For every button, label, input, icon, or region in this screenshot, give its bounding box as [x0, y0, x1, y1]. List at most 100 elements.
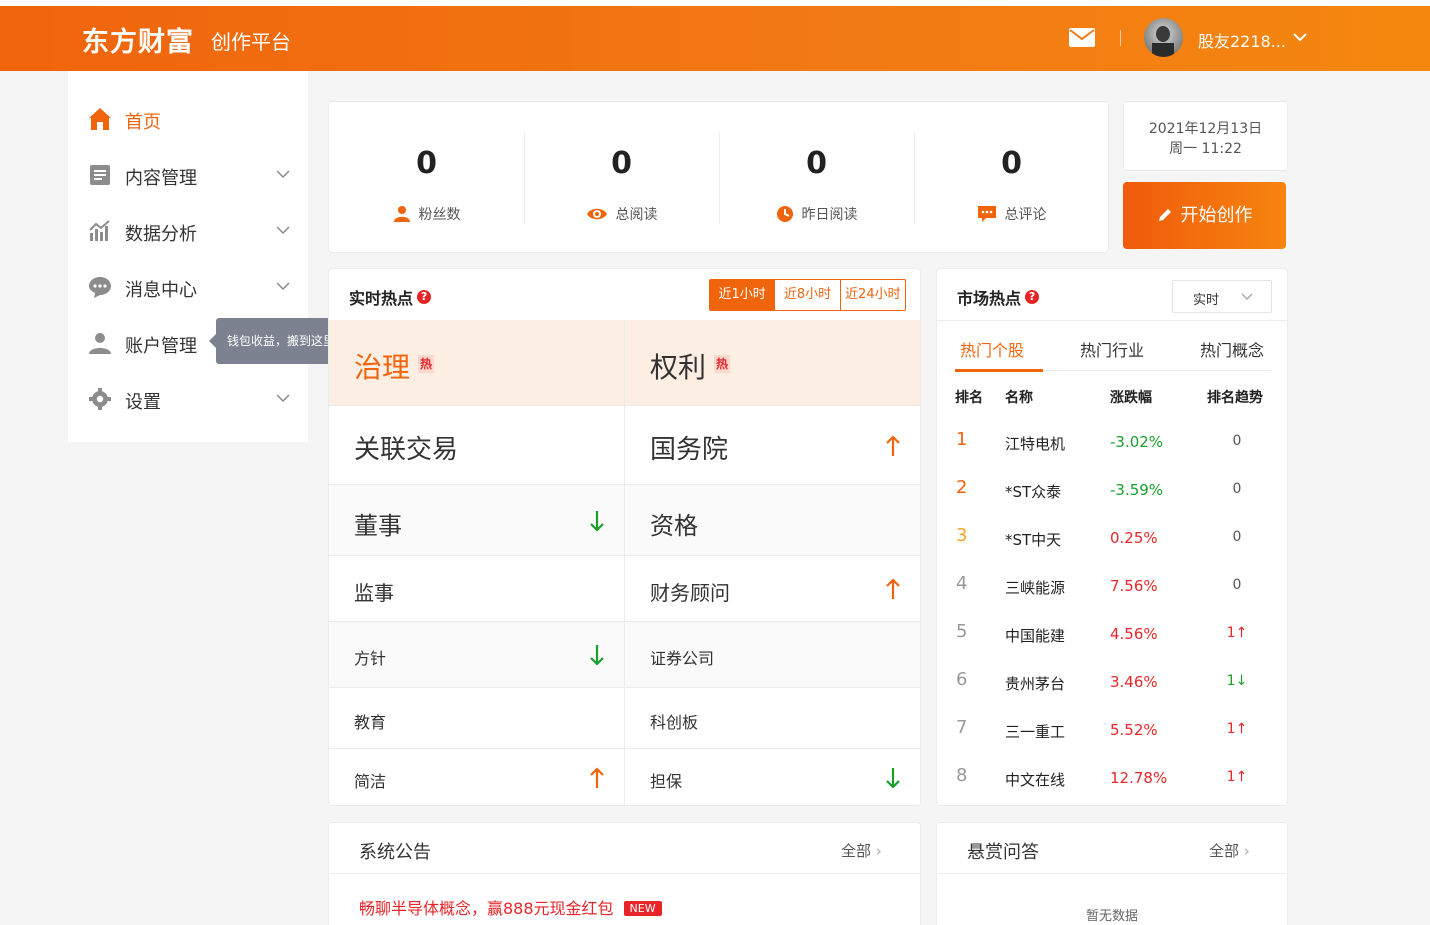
arrow-down-icon: [590, 511, 604, 532]
stock-row[interactable]: 1 江特电机 -3.02% 0: [937, 429, 1287, 477]
system-notice-panel: 系统公告 全部 › 畅聊半导体概念，赢888元现金红包 NEW: [328, 822, 922, 925]
stats-card: 0 粉丝数 0 总阅读 0 昨日阅读 0 总评论: [328, 101, 1109, 253]
sidebar-item-settings[interactable]: 设置: [68, 379, 308, 419]
stock-change: 3.46%: [1110, 673, 1158, 691]
market-hot-panel: 市场热点? 实时 热门个股 热门行业 热门概念 排名 名称 涨跌幅 排名趋势 1…: [936, 268, 1288, 806]
hot-topic-cell[interactable]: 科创板: [625, 688, 920, 749]
stat-value: 0: [416, 146, 437, 181]
stock-row[interactable]: 5 中国能建 4.56% 1↑: [937, 621, 1287, 669]
panel-title: 实时热点: [349, 289, 414, 308]
hot-topic-text: 证券公司: [650, 649, 715, 668]
stock-row[interactable]: 3 *ST中天 0.25% 0: [937, 525, 1287, 573]
hot-topic-text: 财务顾问: [650, 581, 730, 605]
chevron-right-icon: ›: [875, 842, 882, 860]
header-divider: [1120, 30, 1121, 46]
notice-link[interactable]: 畅聊半导体概念，赢888元现金红包 NEW: [359, 895, 662, 919]
stock-row[interactable]: 8 中文在线 12.78% 1↑: [937, 765, 1287, 805]
stock-row[interactable]: 6 贵州茅台 3.46% 1↓: [937, 669, 1287, 717]
hot-topic-text: 国务院: [650, 435, 729, 465]
help-icon[interactable]: ?: [417, 290, 432, 304]
chevron-down-icon[interactable]: [1293, 32, 1307, 42]
range-1h[interactable]: 近1小时: [710, 280, 775, 310]
stat-label: 总阅读: [615, 207, 658, 223]
stock-name: *ST众泰: [1005, 483, 1062, 501]
tab-hot-stocks[interactable]: 热门个股: [960, 337, 1024, 361]
arrow-up-icon: [590, 767, 604, 788]
hot-topic-text: 教育: [354, 713, 387, 732]
sidebar-item-label: 消息中心: [125, 280, 197, 301]
avatar[interactable]: [1144, 18, 1183, 57]
stat-fans: 0 粉丝数: [329, 132, 524, 224]
logo[interactable]: 东方财富: [82, 20, 194, 59]
date-text: 2021年12月13日: [1148, 121, 1263, 137]
select-value: 实时: [1193, 293, 1220, 308]
stock-row[interactable]: 2 *ST众泰 -3.59% 0: [937, 477, 1287, 525]
view-all-link[interactable]: 全部 ›: [1209, 840, 1250, 861]
hot-topic-cell[interactable]: 简洁: [329, 749, 625, 805]
range-8h[interactable]: 近8小时: [774, 280, 839, 310]
view-all-label: 全部: [841, 842, 872, 860]
hot-badge: 热: [418, 355, 435, 373]
hot-badge: 热: [714, 355, 731, 373]
stock-rank: 7: [956, 717, 968, 738]
range-24h[interactable]: 近24小时: [839, 280, 905, 310]
hot-topic-cell[interactable]: 教育: [329, 688, 625, 749]
stock-rank-trend: 0: [1232, 433, 1242, 449]
platform-name: 创作平台: [211, 30, 291, 54]
stock-rank-trend: 1↑: [1226, 721, 1248, 737]
stock-name: 三一重工: [1005, 723, 1066, 741]
start-creating-button[interactable]: 开始创作: [1123, 182, 1286, 249]
hot-topic-cell[interactable]: 财务顾问: [625, 556, 920, 622]
stock-change: 7.56%: [1110, 577, 1158, 595]
sidebar-item-label: 账户管理: [125, 336, 197, 357]
sidebar-item-label: 设置: [125, 392, 161, 413]
divider: [329, 873, 922, 874]
chat-icon: [89, 277, 111, 298]
arrow-up-icon: [886, 578, 900, 599]
hot-topic-cell[interactable]: 担保: [625, 749, 920, 805]
document-icon: [90, 165, 110, 185]
market-mode-select[interactable]: 实时: [1172, 280, 1272, 313]
stock-rank-trend: 0: [1232, 481, 1242, 497]
sidebar-item-messages[interactable]: 消息中心: [68, 267, 308, 307]
username[interactable]: 股友2218...: [1198, 28, 1286, 52]
stock-name: 江特电机: [1005, 435, 1066, 453]
bounty-qa-panel: 悬赏问答 全部 › 暂无数据: [936, 822, 1289, 925]
stock-change: 5.52%: [1110, 721, 1158, 739]
hot-topic-text: 监事: [354, 581, 394, 605]
stock-rank: 4: [956, 573, 968, 594]
empty-state: 暂无数据: [1085, 909, 1138, 924]
hot-topic-cell[interactable]: 治理热: [329, 320, 625, 406]
hot-topic-cell[interactable]: 国务院: [625, 406, 920, 485]
hot-topic-cell[interactable]: 监事: [329, 556, 625, 622]
tab-hot-concepts[interactable]: 热门概念: [1200, 337, 1264, 361]
stock-name: *ST中天: [1005, 531, 1062, 549]
chevron-down-icon: [276, 394, 290, 403]
hot-topic-cell[interactable]: 董事: [329, 485, 625, 556]
sidebar-item-home[interactable]: 首页: [68, 99, 308, 139]
realtime-hot-panel: 实时热点? 近1小时 近8小时 近24小时 治理热权利热关联交易 国务院 董事 资格监…: [328, 268, 921, 806]
stat-yesterday: 0 昨日阅读: [719, 132, 914, 224]
hot-topic-cell[interactable]: 权利热: [625, 320, 920, 406]
stock-rank-trend: 1↓: [1226, 673, 1248, 689]
stock-rank-trend: 1↑: [1226, 769, 1248, 785]
help-icon[interactable]: ?: [1025, 290, 1040, 304]
col-rank: 排名: [955, 390, 983, 406]
column-divider: [624, 320, 625, 805]
tab-hot-industries[interactable]: 热门行业: [1080, 337, 1144, 361]
hot-topic-cell[interactable]: 资格: [625, 485, 920, 556]
view-all-link[interactable]: 全部 ›: [841, 840, 882, 861]
hot-topic-cell[interactable]: 方针: [329, 622, 625, 688]
user-icon: [89, 333, 111, 354]
mail-icon[interactable]: [1069, 28, 1095, 47]
sidebar-item-data[interactable]: 数据分析: [68, 211, 308, 251]
chevron-down-icon: [276, 282, 290, 291]
stock-row[interactable]: 7 三一重工 5.52% 1↑: [937, 717, 1287, 765]
stat-label: 粉丝数: [418, 207, 461, 223]
clock-icon: [776, 206, 793, 222]
eye-icon: [586, 208, 607, 220]
hot-topic-cell[interactable]: 证券公司: [625, 622, 920, 688]
stock-row[interactable]: 4 三峡能源 7.56% 0: [937, 573, 1287, 621]
sidebar-item-content[interactable]: 内容管理: [68, 155, 308, 195]
hot-topic-cell[interactable]: 关联交易: [329, 406, 625, 485]
